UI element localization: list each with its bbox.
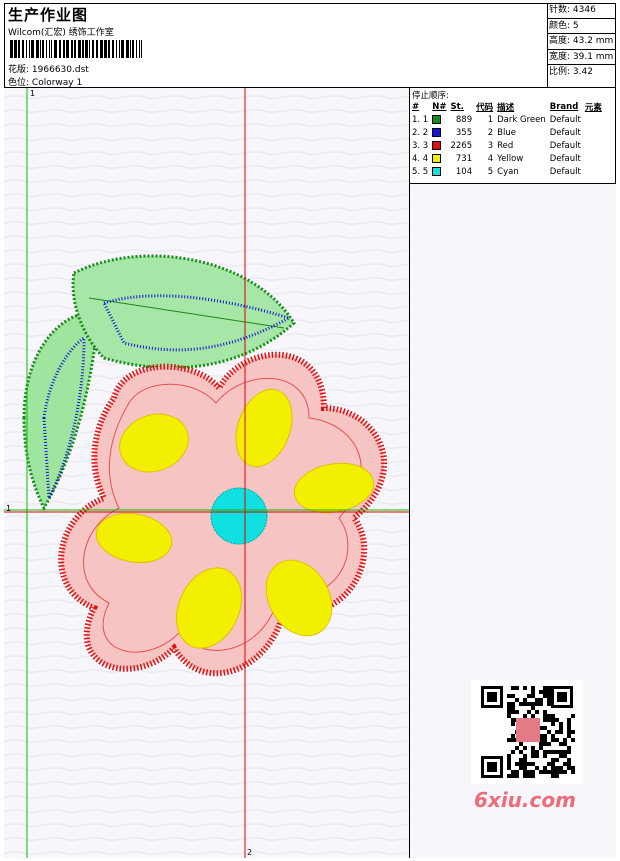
row-code: 1 — [487, 114, 494, 125]
embroidery-preview — [4, 88, 409, 858]
row-stitches: 355 — [455, 127, 473, 138]
guide-label-left: 1 — [6, 504, 12, 513]
color-swatch — [430, 139, 448, 152]
row-code: 4 — [487, 153, 494, 164]
row-brand: Default — [549, 127, 581, 138]
row-index: 1. 1 — [412, 114, 429, 125]
stats-panel: 针数: 4346 颜色: 5 高度: 43.2 mm 宽度: 39.1 mm 比… — [547, 3, 616, 88]
table-header-row: # N# St. 代码 描述 Brand 元素 — [410, 100, 604, 113]
design-ratio: 比例: 3.42 — [549, 67, 593, 77]
table-row: 2. 2 355 2 Blue Default — [410, 126, 604, 139]
colorway-info: 色位: Colorway 1 — [8, 75, 82, 88]
table-row: 4. 4 731 4 Yellow Default — [410, 152, 604, 165]
table-row: 3. 3 2265 3 Red Default — [410, 139, 604, 152]
header-panel: 生产作业图 Wilcom(汇宏) 绣饰工作室 花版: 1966630.dst 色… — [4, 3, 548, 88]
color-swatch-box — [432, 114, 442, 124]
row-index: 4. 4 — [412, 153, 429, 164]
color-swatch-box — [432, 140, 442, 150]
color-swatch — [430, 113, 448, 126]
col-index: # — [412, 101, 420, 112]
design-file: 1966630.dst — [31, 65, 89, 75]
color-swatch-box — [432, 127, 442, 137]
row-stitches: 889 — [455, 114, 473, 125]
row-brand: Default — [549, 114, 581, 125]
row-stitches: 104 — [455, 166, 473, 177]
row-description: Blue — [497, 127, 516, 138]
row-stitches: 2265 — [450, 140, 473, 151]
col-brand: Brand — [549, 101, 579, 112]
design-info: 花版: 1966630.dst — [8, 62, 89, 75]
row-brand: Default — [549, 140, 581, 151]
row-element — [583, 152, 604, 165]
guide-label-bottom: 2 — [247, 848, 253, 857]
row-element — [583, 113, 604, 126]
stitch-count: 针数: 4346 — [547, 3, 616, 19]
color-swatch — [430, 152, 448, 165]
row-element — [583, 139, 604, 152]
row-brand: Default — [549, 166, 581, 177]
design-canvas: 1 1 2 — [4, 88, 410, 858]
row-description: Yellow — [497, 153, 524, 164]
page-title: 生产作业图 — [8, 6, 89, 24]
row-description: Cyan — [497, 166, 519, 177]
row-index: 2. 2 — [412, 127, 429, 138]
color-swatch — [430, 126, 448, 139]
row-index: 3. 3 — [412, 140, 429, 151]
stop-sequence-panel: 停止顺序: # N# St. 代码 描述 Brand 元素 1. 1 889 1 Da… — [410, 88, 616, 184]
col-description: 描述 — [497, 102, 515, 113]
row-description: Red — [497, 140, 514, 151]
color-swatch — [430, 165, 448, 178]
color-swatch-box — [432, 166, 442, 176]
row-code: 2 — [487, 127, 494, 138]
guide-label-top: 1 — [30, 89, 36, 98]
row-element — [583, 165, 604, 178]
design-width: 宽度: 39.1 mm — [547, 50, 616, 65]
qr-code — [471, 680, 583, 784]
row-stitches: 731 — [455, 153, 473, 164]
col-element: 元素 — [584, 102, 602, 113]
row-code: 5 — [487, 166, 494, 177]
col-n: N# — [432, 101, 447, 112]
col-stitches: St. — [450, 101, 464, 112]
color-count: 颜色: 5 — [547, 19, 616, 34]
cyan-center — [210, 487, 268, 545]
design-height: 高度: 43.2 mm — [547, 34, 616, 50]
table-row: 5. 5 104 5 Cyan Default — [410, 165, 604, 178]
barcode — [10, 40, 142, 58]
design-label: 花版: — [8, 65, 30, 75]
row-index: 5. 5 — [412, 166, 429, 177]
row-code: 3 — [487, 140, 494, 151]
row-brand: Default — [549, 153, 581, 164]
stop-sequence-table: # N# St. 代码 描述 Brand 元素 1. 1 889 1 Dark Gre… — [410, 100, 604, 178]
table-row: 1. 1 889 1 Dark Green Default — [410, 113, 604, 126]
watermark-logo: 6xiu.com — [474, 788, 576, 812]
studio-name: Wilcom(汇宏) 绣饰工作室 — [8, 28, 114, 38]
col-code: 代码 — [476, 102, 494, 113]
row-description: Dark Green — [497, 114, 546, 125]
colorway-label: 色位: — [8, 78, 30, 88]
color-swatch-box — [432, 153, 442, 163]
row-element — [583, 126, 604, 139]
colorway-name: Colorway 1 — [31, 78, 83, 88]
